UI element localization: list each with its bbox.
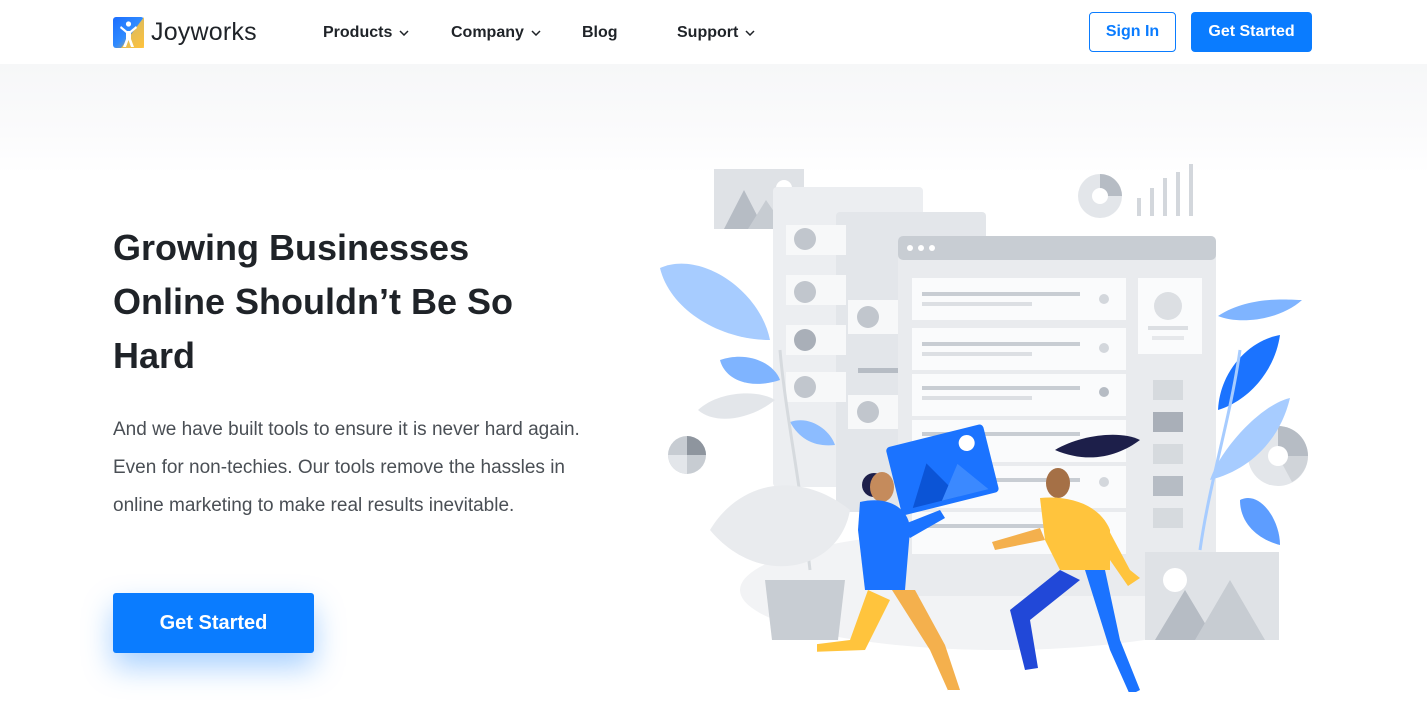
top-navigation-bar: Joyworks Products Company Blog Support S… xyxy=(0,0,1427,64)
nav-support-label: Support xyxy=(677,24,739,41)
joyworks-logo-icon xyxy=(113,17,144,48)
donut-chart-icon xyxy=(1078,174,1122,218)
hero-subtitle: And we have built tools to ensure it is … xyxy=(113,419,580,516)
sign-in-button[interactable]: Sign In xyxy=(1089,12,1176,52)
nav-support[interactable]: Support xyxy=(677,22,755,44)
get-started-hero-button[interactable]: Get Started xyxy=(113,593,314,653)
brand-name: Joyworks xyxy=(151,18,257,46)
image-card-bottom-icon xyxy=(1145,552,1279,640)
chevron-down-icon xyxy=(399,30,409,36)
get-started-nav-button[interactable]: Get Started xyxy=(1191,12,1312,52)
nav-blog-label: Blog xyxy=(582,24,618,41)
bar-chart-icon xyxy=(1137,164,1193,216)
chevron-down-icon xyxy=(745,30,755,36)
brand-logo[interactable]: Joyworks xyxy=(113,17,257,48)
hero-illustration xyxy=(660,164,1308,700)
nav-products-label: Products xyxy=(323,24,393,41)
pie-chart-icon xyxy=(668,436,706,474)
hero-title: Growing Businesses Online Shouldn’t Be S… xyxy=(113,227,513,376)
nav-company-label: Company xyxy=(451,24,524,41)
nav-products[interactable]: Products xyxy=(323,22,409,44)
nav-company[interactable]: Company xyxy=(451,22,541,44)
nav-blog[interactable]: Blog xyxy=(582,22,618,44)
chevron-down-icon xyxy=(531,30,541,36)
